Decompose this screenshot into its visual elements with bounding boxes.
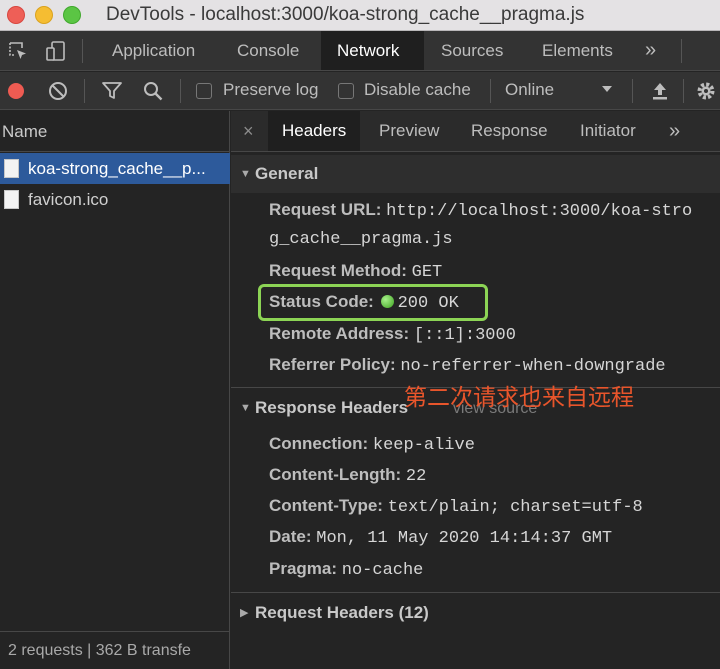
device-toolbar-icon[interactable] <box>45 40 67 62</box>
referrer-policy-label: Referrer Policy: <box>269 355 396 374</box>
referrer-policy-row: Referrer Policy: no-referrer-when-downgr… <box>269 355 666 376</box>
toolbar-divider <box>490 79 491 103</box>
request-headers-title: Request Headers (12) <box>255 603 429 622</box>
header-key: Content-Type: <box>269 496 383 515</box>
triangle-right-icon: ▶ <box>240 607 249 619</box>
header-key: Pragma: <box>269 559 338 578</box>
inspect-element-icon[interactable] <box>7 40 29 62</box>
request-name: koa-strong_cache__p... <box>28 159 206 178</box>
tab-headers[interactable]: Headers <box>268 111 361 151</box>
request-url-label: Request URL: <box>269 200 382 219</box>
toolbar-divider <box>84 79 85 103</box>
toolbar-divider <box>632 79 633 103</box>
request-headers-section-header[interactable]: ▶ Request Headers (12) <box>231 594 720 632</box>
response-header-row: Connection: keep-alive <box>269 434 475 455</box>
filter-icon[interactable] <box>101 80 123 102</box>
header-key: Content-Length: <box>269 465 402 484</box>
window-title: DevTools - localhost:3000/koa-strong_cac… <box>106 4 585 25</box>
minimize-window-button[interactable] <box>35 6 53 24</box>
response-header-row: Content-Length: 22 <box>269 465 426 486</box>
header-value: keep-alive <box>372 436 475 455</box>
request-url-value: http://localhost:3000/koa-stro <box>386 202 693 221</box>
name-column-header[interactable]: Name <box>0 111 230 152</box>
tab-preview[interactable]: Preview <box>365 111 453 151</box>
window-titlebar: DevTools - localhost:3000/koa-strong_cac… <box>0 0 720 31</box>
request-row[interactable]: koa-strong_cache__p... <box>0 153 230 184</box>
request-url-row: Request URL: http://localhost:3000/koa-s… <box>269 200 692 221</box>
clear-icon[interactable] <box>47 80 69 102</box>
request-list-panel: Name koa-strong_cache__p... favicon.ico … <box>0 111 230 669</box>
remote-address-label: Remote Address: <box>269 324 410 343</box>
header-key: Connection: <box>269 434 369 453</box>
section-divider <box>231 592 720 593</box>
response-headers-title: Response Headers <box>255 398 409 417</box>
preserve-log-label[interactable]: Preserve log <box>223 80 318 100</box>
request-name: favicon.ico <box>28 190 109 209</box>
general-section-title: General <box>255 164 319 183</box>
request-method-row: Request Method: GET <box>269 261 442 282</box>
toolbar-divider <box>683 79 684 103</box>
status-code-highlight <box>258 284 488 321</box>
remote-address-row: Remote Address: [::1]:3000 <box>269 324 516 345</box>
chevron-down-icon[interactable] <box>600 82 614 96</box>
more-tabs-chevron-icon[interactable]: » <box>645 31 656 70</box>
tab-elements[interactable]: Elements <box>526 31 629 70</box>
response-header-row: Content-Type: text/plain; charset=utf-8 <box>269 496 643 517</box>
file-icon <box>4 190 19 209</box>
header-key: Date: <box>269 527 312 546</box>
header-value: 22 <box>405 467 427 486</box>
more-tabs-chevron-icon[interactable]: » <box>655 111 694 151</box>
response-header-row: Date: Mon, 11 May 2020 14:14:37 GMT <box>269 527 612 548</box>
header-value: no-cache <box>341 561 424 580</box>
header-value: text/plain; charset=utf-8 <box>387 498 643 517</box>
toolbar-divider <box>82 39 83 63</box>
request-method-value: GET <box>411 263 443 282</box>
disable-cache-checkbox[interactable] <box>338 83 354 99</box>
devtools-main-tabbar: Application Console Network Sources Elem… <box>0 31 720 71</box>
general-section-header[interactable]: ▼ General <box>231 155 720 193</box>
remote-address-value: [::1]:3000 <box>413 326 516 345</box>
summary-text: 2 requests | 362 B transfe <box>8 642 191 659</box>
gear-icon[interactable] <box>695 80 717 102</box>
close-window-button[interactable] <box>7 6 25 24</box>
request-method-label: Request Method: <box>269 261 407 280</box>
toolbar-divider <box>180 79 181 103</box>
disable-cache-label[interactable]: Disable cache <box>364 80 471 100</box>
detail-tabbar: × Headers Preview Response Initiator » <box>231 111 720 152</box>
header-value: Mon, 11 May 2020 14:14:37 GMT <box>316 529 613 548</box>
throttling-select[interactable]: Online <box>505 80 554 100</box>
tab-network[interactable]: Network <box>321 31 424 70</box>
request-row[interactable]: favicon.ico <box>0 184 230 215</box>
request-url-value-continued: g_cache__pragma.js <box>269 230 453 249</box>
tab-application[interactable]: Application <box>96 31 211 70</box>
import-har-icon[interactable] <box>649 80 671 102</box>
record-icon[interactable] <box>5 80 27 102</box>
tab-response[interactable]: Response <box>457 111 562 151</box>
response-header-row: Pragma: no-cache <box>269 559 423 580</box>
network-toolbar: Preserve log Disable cache Online <box>0 72 720 110</box>
search-icon[interactable] <box>142 80 164 102</box>
summary-bar: 2 requests | 362 B transfe <box>0 631 230 669</box>
close-icon[interactable]: × <box>243 111 254 151</box>
zoom-window-button[interactable] <box>63 6 81 24</box>
file-icon <box>4 159 19 178</box>
tab-sources[interactable]: Sources <box>425 31 519 70</box>
preserve-log-checkbox[interactable] <box>196 83 212 99</box>
referrer-policy-value: no-referrer-when-downgrade <box>400 357 666 376</box>
tab-console[interactable]: Console <box>221 31 315 70</box>
triangle-down-icon: ▼ <box>240 168 251 180</box>
tab-initiator[interactable]: Initiator <box>566 111 650 151</box>
triangle-down-icon: ▼ <box>240 402 251 414</box>
annotation-text: 第二次请求也来自远程 <box>404 385 634 411</box>
toolbar-divider <box>681 39 682 63</box>
